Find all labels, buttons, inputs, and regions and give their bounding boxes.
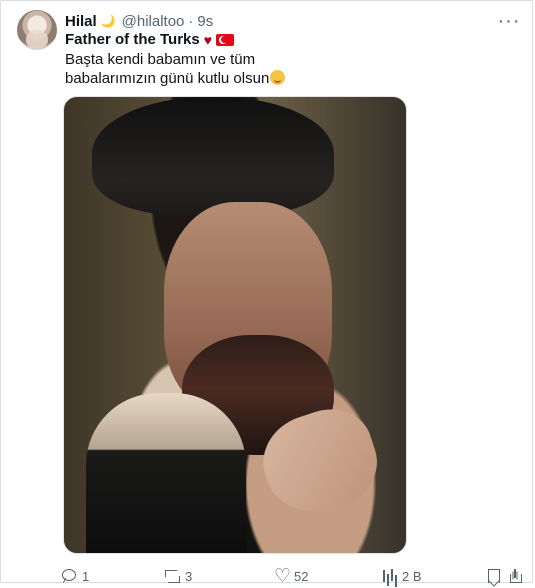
photo-collar [86, 393, 246, 553]
moon-emoji-icon: 🌙 [100, 14, 116, 28]
more-options-button[interactable]: ··· [498, 11, 520, 31]
views-icon [381, 568, 397, 584]
share-icon [507, 568, 523, 584]
tweet-photo[interactable] [63, 96, 407, 554]
bookmark-icon [485, 568, 501, 584]
photo-hat [92, 97, 334, 215]
tweet-header: Hilal 🌙 @hilaltoo · 9s [65, 11, 213, 31]
tweet-text-line-2: babalarımızın günü kutlu olsun [65, 70, 270, 87]
turkey-flag-icon [216, 33, 235, 46]
tweet-text-line-1: Başta kendi babamın ve tüm [65, 51, 256, 68]
tweet-text: Başta kendi babamın ve tüm babalarımızın… [65, 50, 505, 88]
tweet-card[interactable]: Hilal 🌙 @hilaltoo · 9s ··· Father of the… [0, 0, 533, 588]
views-count: 2 B [402, 568, 422, 584]
retweet-icon [164, 568, 180, 584]
bookmark-button[interactable] [485, 567, 501, 585]
time-separator: · [188, 12, 194, 30]
avatar[interactable] [17, 10, 57, 50]
smiling-face-icon [270, 70, 286, 85]
author-name[interactable]: Hilal [65, 13, 97, 30]
tweet-time[interactable]: 9s [197, 13, 213, 30]
reply-count: 1 [82, 568, 90, 584]
reply-button[interactable]: 1 [61, 567, 89, 585]
tweet-title-text: Father of the Turks [65, 31, 200, 48]
author-handle[interactable]: @hilaltoo [122, 13, 185, 30]
like-button[interactable]: 52 [273, 565, 309, 588]
reply-icon [61, 568, 77, 584]
retweet-count: 3 [185, 568, 193, 584]
retweet-button[interactable]: 3 [164, 567, 192, 585]
views-button[interactable]: 2 B [381, 567, 422, 585]
tweet-title: Father of the Turks ♥ [65, 31, 235, 48]
like-count: 52 [294, 568, 309, 584]
heart-icon [273, 565, 291, 588]
heart-emoji-icon: ♥ [203, 31, 213, 48]
tweet-actions: 1 3 52 2 B [61, 565, 523, 588]
share-button[interactable] [507, 567, 523, 585]
